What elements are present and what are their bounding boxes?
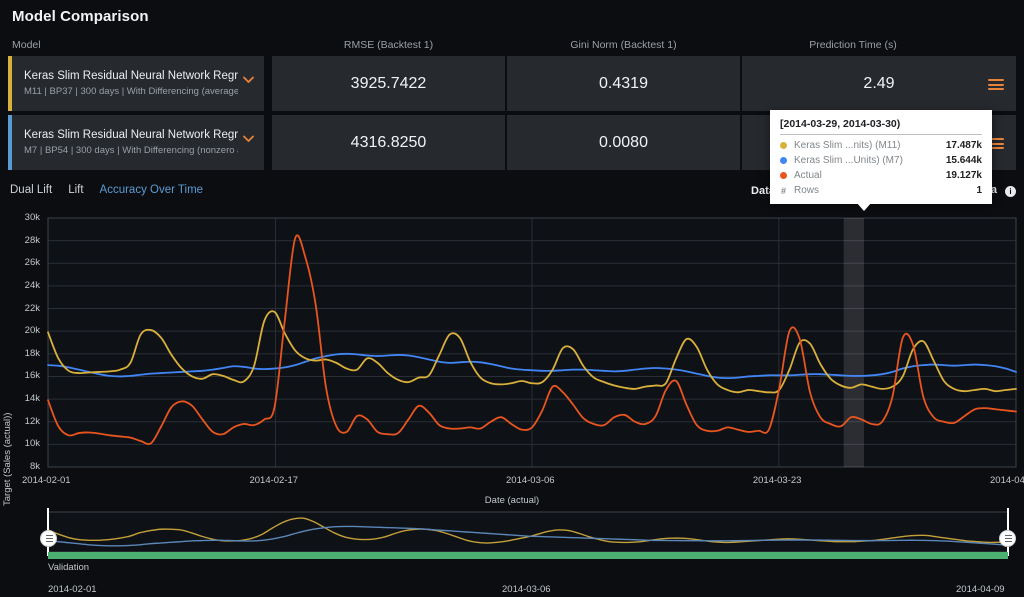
chevron-down-icon[interactable]: [243, 76, 254, 84]
info-icon[interactable]: i: [1005, 186, 1016, 197]
rmse-value: 3925.7422: [272, 56, 505, 111]
y-axis-tick-label: 10k: [24, 438, 40, 450]
tooltip-series-name: Actual: [794, 170, 822, 181]
table-header-row: Model RMSE (Backtest 1) Gini Norm (Backt…: [0, 34, 1024, 56]
tooltip-row: Keras Slim ...Units) (M7) 15.644k: [780, 153, 982, 168]
tooltip-series-value: 17.487k: [945, 140, 982, 151]
tab-lift[interactable]: Lift: [68, 184, 83, 196]
table-row[interactable]: Keras Slim Residual Neural Network Regre…: [0, 56, 1024, 111]
model-color-accent: [8, 115, 12, 170]
range-x-tick-label: 2014-02-01: [48, 584, 97, 595]
series-color-dot: [780, 142, 787, 149]
tooltip-series-name: Rows: [794, 185, 820, 196]
tooltip-series-name: Keras Slim ...Units) (M7): [794, 155, 903, 166]
y-axis-tick-label: 24k: [24, 279, 40, 291]
range-selector-plot[interactable]: [0, 508, 1024, 558]
model-name: Keras Slim Residual Neural Network Regre…: [24, 70, 238, 82]
chart-tabs: Dual Lift Lift Accuracy Over Time: [10, 184, 203, 196]
tooltip-row: Keras Slim ...nits) (M11) 17.487k: [780, 138, 982, 153]
hash-icon: #: [780, 185, 786, 196]
prediction-time-value: 2.49: [742, 56, 1016, 111]
series-color-dot: [780, 157, 787, 164]
tooltip-row: # Rows 1: [780, 183, 982, 198]
range-selector[interactable]: Validation 2014-02-01 2014-03-06 2014-04-0…: [0, 508, 1024, 597]
model-comparison-app: Model Comparison Model RMSE (Backtest 1)…: [0, 0, 1024, 597]
validation-label: Validation: [48, 562, 90, 573]
range-x-tick-label: 2014-03-06: [502, 584, 551, 595]
y-axis-tick-label: 16k: [24, 370, 40, 382]
x-axis-tick-label: 2014-03-23: [752, 475, 802, 486]
tooltip-series-value: 19.127k: [945, 170, 982, 181]
row-menu-icon[interactable]: [988, 79, 1004, 90]
y-axis-tick-label: 8k: [29, 461, 40, 472]
tooltip-series-value: 1: [976, 185, 982, 196]
range-handle-left[interactable]: [40, 530, 57, 547]
range-handle-right[interactable]: [999, 530, 1016, 547]
gini-value: 0.4319: [507, 56, 740, 111]
model-name: Keras Slim Residual Neural Network Regre…: [24, 129, 238, 141]
x-axis-tick-label: 2014-04-09: [990, 475, 1024, 486]
model-subtitle: M11 | BP37 | 300 days | With Differencin…: [24, 86, 238, 97]
accuracy-over-time-chart: Target (Sales (actual)) 8k 10k 12k 14k 16k 18…: [0, 206, 1024, 506]
model-cell[interactable]: Keras Slim Residual Neural Network Regre…: [8, 115, 264, 170]
chart-tooltip: [2014-03-29, 2014-03-30) Keras Slim ...n…: [770, 110, 992, 211]
model-color-accent: [8, 56, 12, 111]
series-color-dot: [780, 172, 787, 179]
model-subtitle: M7 | BP54 | 300 days | With Differencing…: [24, 145, 238, 156]
tooltip-row: Actual 19.127k: [780, 168, 982, 183]
column-header-gini: Gini Norm (Backtest 1): [570, 39, 677, 51]
y-axis-tick-label: 20k: [24, 325, 40, 337]
tab-dual-lift[interactable]: Dual Lift: [10, 184, 52, 196]
y-axis-tick-label: 12k: [24, 415, 40, 427]
y-axis-tick-label: 22k: [24, 302, 40, 314]
model-cell[interactable]: Keras Slim Residual Neural Network Regre…: [8, 56, 264, 111]
column-header-rmse: RMSE (Backtest 1): [343, 39, 434, 51]
tooltip-title: [2014-03-29, 2014-03-30): [780, 118, 982, 135]
chevron-down-icon[interactable]: [243, 135, 254, 143]
tab-accuracy-over-time[interactable]: Accuracy Over Time: [100, 184, 204, 196]
validation-band: [48, 552, 1008, 559]
column-header-model: Model: [12, 39, 41, 51]
grip-icon: [1005, 535, 1012, 544]
x-axis-label: Date (actual): [484, 495, 540, 506]
y-axis-tick-label: 28k: [24, 234, 40, 246]
grip-icon: [46, 535, 53, 544]
range-x-tick-label: 2014-04-09: [956, 584, 1005, 595]
page-title: Model Comparison: [12, 8, 149, 25]
chart-plot-area[interactable]: [0, 206, 1024, 506]
rmse-value: 4316.8250: [272, 115, 505, 170]
y-axis-tick-label: 30k: [24, 212, 40, 223]
y-axis-tick-label: 14k: [24, 393, 40, 405]
column-header-prediction-time: Prediction Time (s): [809, 39, 897, 51]
gini-value: 0.0080: [507, 115, 740, 170]
tooltip-series-name: Keras Slim ...nits) (M11): [794, 140, 901, 151]
y-axis-tick-label: 26k: [24, 257, 40, 269]
tooltip-pointer: [856, 202, 872, 211]
y-axis-tick-label: 18k: [24, 347, 40, 359]
tooltip-series-value: 15.644k: [945, 155, 982, 166]
tooltip-rows: Keras Slim ...nits) (M11) 17.487k Keras Sl…: [780, 138, 982, 198]
